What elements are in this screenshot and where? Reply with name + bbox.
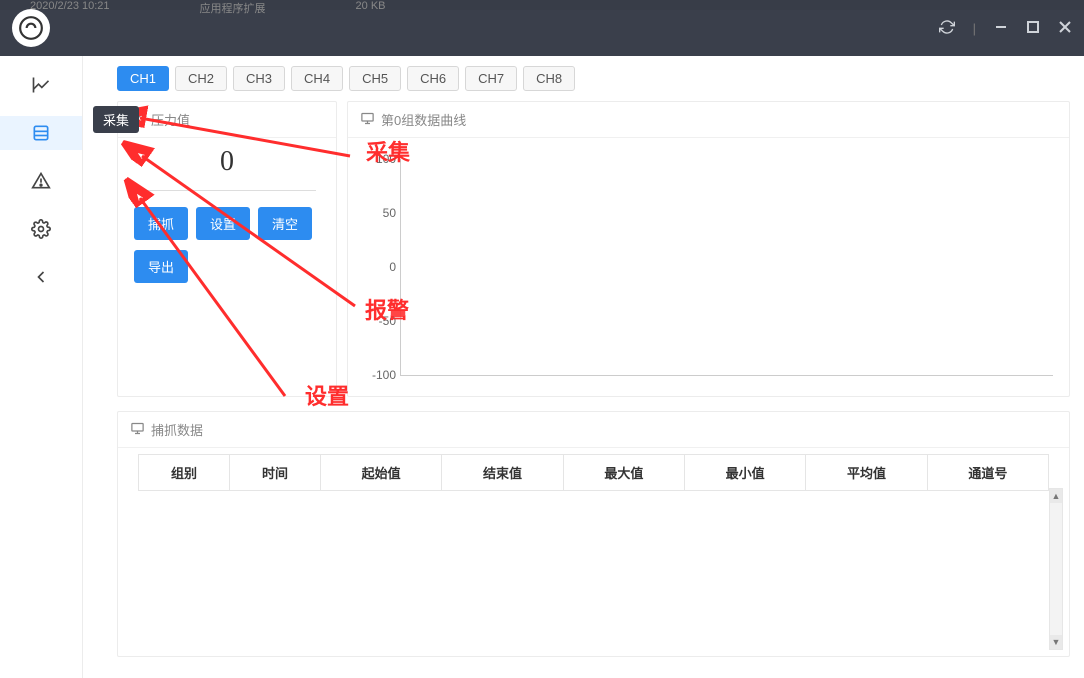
- tab-ch1[interactable]: CH1: [117, 66, 169, 91]
- sidebar: [0, 56, 83, 678]
- sidebar-item-alert[interactable]: [0, 164, 82, 198]
- col-group: 组别: [139, 455, 230, 491]
- capture-button[interactable]: 捕抓: [134, 207, 188, 240]
- scrollbar[interactable]: ▲ ▼: [1049, 488, 1063, 650]
- pressure-title: 压力值: [151, 110, 190, 129]
- y-tick: -100: [366, 368, 396, 382]
- capture-title: 捕抓数据: [151, 420, 203, 439]
- x-axis: [400, 375, 1053, 376]
- col-avg: 平均值: [806, 455, 927, 491]
- set-button[interactable]: 设置: [196, 207, 250, 240]
- divider: [138, 190, 316, 191]
- chart-area: 100 50 0 -50 -100: [348, 138, 1069, 396]
- pressure-value: 0: [118, 138, 336, 190]
- col-time: 时间: [230, 455, 321, 491]
- col-start: 起始值: [321, 455, 442, 491]
- y-tick: -50: [366, 314, 396, 328]
- maximize-button[interactable]: [1022, 16, 1044, 41]
- tab-ch8[interactable]: CH8: [523, 66, 575, 91]
- chart-panel: 第0组数据曲线 100 50 0 -50 -100: [347, 101, 1070, 397]
- tab-ch7[interactable]: CH7: [465, 66, 517, 91]
- app-logo: [12, 9, 50, 47]
- sidebar-tooltip: 采集: [93, 106, 139, 133]
- tab-ch2[interactable]: CH2: [175, 66, 227, 91]
- sidebar-item-settings[interactable]: [0, 212, 82, 246]
- col-end: 结束值: [442, 455, 563, 491]
- y-tick: 0: [366, 260, 396, 274]
- col-channel: 通道号: [927, 455, 1048, 491]
- divider: |: [969, 17, 980, 40]
- title-bar: |: [0, 0, 1084, 56]
- y-tick: 50: [366, 206, 396, 220]
- sidebar-item-back[interactable]: [0, 260, 82, 294]
- export-button[interactable]: 导出: [134, 250, 188, 283]
- y-tick: 100: [366, 152, 396, 166]
- refresh-icon[interactable]: [935, 15, 959, 42]
- capture-table: 组别 时间 起始值 结束值 最大值 最小值 平均值 通道号: [138, 454, 1049, 491]
- clear-button[interactable]: 清空: [258, 207, 312, 240]
- monitor-icon: [360, 111, 375, 129]
- col-min: 最小值: [684, 455, 805, 491]
- pressure-panel: 压力值 0 捕抓 设置 清空 导出: [117, 101, 337, 397]
- scroll-down-icon[interactable]: ▼: [1050, 635, 1062, 649]
- sidebar-item-collect[interactable]: [0, 116, 82, 150]
- channel-tabs: CH1 CH2 CH3 CH4 CH5 CH6 CH7 CH8: [117, 66, 1070, 91]
- sidebar-item-chart[interactable]: [0, 68, 82, 102]
- tab-ch3[interactable]: CH3: [233, 66, 285, 91]
- tab-ch5[interactable]: CH5: [349, 66, 401, 91]
- capture-panel: 捕抓数据 组别 时间 起始值 结束值 最大值 最小值 平均值 通道号: [117, 411, 1070, 657]
- tab-ch6[interactable]: CH6: [407, 66, 459, 91]
- chart-title: 第0组数据曲线: [381, 110, 466, 129]
- monitor-icon: [130, 421, 145, 439]
- y-axis: [400, 159, 401, 376]
- col-max: 最大值: [563, 455, 684, 491]
- scroll-up-icon[interactable]: ▲: [1050, 489, 1062, 503]
- minimize-button[interactable]: [990, 16, 1012, 41]
- close-button[interactable]: [1054, 16, 1076, 41]
- tab-ch4[interactable]: CH4: [291, 66, 343, 91]
